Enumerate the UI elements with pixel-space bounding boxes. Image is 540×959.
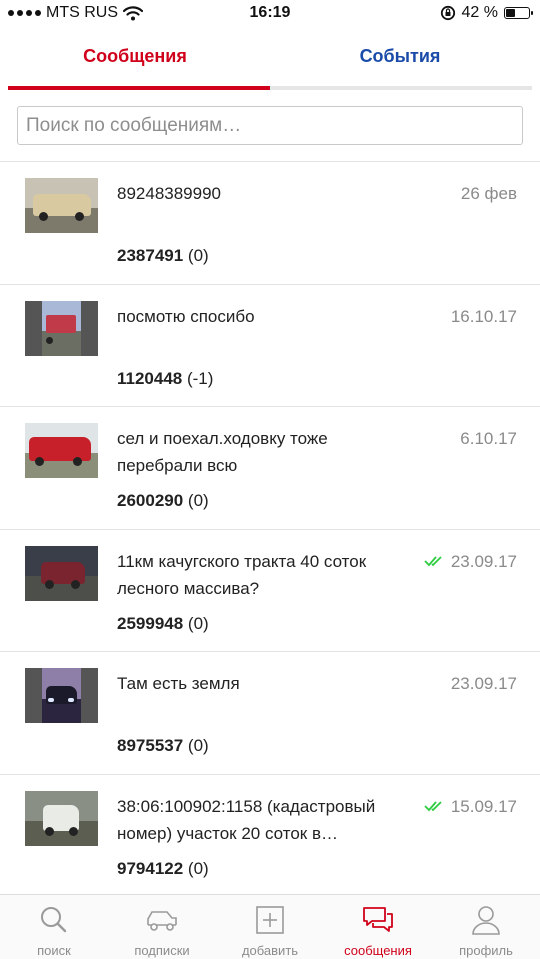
listing-id: 8975537 (0) (117, 734, 209, 758)
nav-label: добавить (241, 943, 299, 958)
message-date: 16.10.17 (451, 303, 517, 330)
message-preview: Там есть земля (117, 674, 240, 694)
nav-subscriptions[interactable]: подписки (108, 895, 216, 959)
date-text: 26 фев (460, 184, 517, 203)
nav-label: поиск (37, 943, 71, 958)
message-preview: 89248389990 (117, 184, 222, 203)
message-preview: 11км качугского тракта 40 соток лесного … (117, 551, 367, 598)
date-text: 15.09.17 (450, 796, 517, 816)
nav-profile[interactable]: профиль (432, 895, 540, 959)
listing-number: 1120448 (117, 368, 183, 388)
conversation-row[interactable]: 38:06:100902:1158 (кадастровый номер) уч… (0, 775, 540, 898)
unread-count: (0) (187, 613, 209, 633)
date-text: 16.10.17 (450, 306, 517, 326)
date-text: 6.10.17 (460, 429, 517, 449)
tab-events[interactable]: События (270, 46, 530, 67)
conversation-list: 89248389990 26 фев 2387491 (0) посмотю с… (0, 162, 540, 898)
car-photo-thumbnail (25, 423, 98, 479)
message-date: 23.09.17 (424, 548, 517, 575)
unread-count: (0) (187, 858, 209, 878)
car-photo-thumbnail (25, 790, 98, 846)
bottom-navigation: поиск подписки добавить сообщения профил… (0, 894, 540, 959)
nav-messages[interactable]: сообщения (324, 895, 432, 959)
status-bar: MTS RUS 16:19 42 % (0, 0, 540, 28)
conversation-row[interactable]: Там есть земля 23.09.17 8975537 (0) (0, 652, 540, 775)
message-date: 6.10.17 (460, 425, 517, 452)
search-bar (0, 90, 540, 162)
listing-id: 9794122 (0) (117, 857, 209, 881)
battery-percent: 42 % (461, 4, 498, 21)
add-square-icon (256, 906, 284, 934)
listing-number: 9794122 (117, 858, 184, 878)
car-photo-thumbnail (25, 178, 98, 233)
message-preview: 38:06:100902:1158 (кадастровый номер) уч… (117, 796, 376, 843)
listing-number: 2600290 (117, 491, 184, 511)
listing-id: 2600290 (0) (117, 489, 209, 513)
listing-id: 2387491 (0) (117, 244, 209, 268)
car-icon (147, 911, 177, 931)
car-photo-thumbnail (25, 668, 98, 724)
date-text: 23.09.17 (450, 551, 517, 571)
listing-id: 1120448 (-1) (117, 367, 213, 391)
search-input[interactable] (17, 106, 523, 145)
listing-number: 2387491 (117, 246, 184, 265)
double-check-icon (424, 801, 442, 812)
nav-add[interactable]: добавить (216, 895, 324, 959)
listing-number: 2599948 (117, 613, 184, 633)
unread-count: (0) (187, 246, 209, 265)
chat-bubbles-icon (363, 907, 393, 932)
conversation-row[interactable]: 11км качугского тракта 40 соток лесного … (0, 530, 540, 653)
conversation-row[interactable]: сел и поехал.ходовку тоже перебрали всю … (0, 407, 540, 530)
search-icon (41, 907, 67, 933)
car-photo-thumbnail (25, 300, 98, 356)
nav-label: профиль (459, 943, 513, 958)
profile-icon (472, 906, 500, 935)
tab-messages[interactable]: Сообщения (0, 46, 270, 67)
listing-id: 2599948 (0) (117, 612, 209, 636)
conversation-row[interactable]: 89248389990 26 фев 2387491 (0) (0, 162, 540, 285)
nav-search[interactable]: поиск (0, 895, 108, 959)
nav-label: подписки (134, 943, 190, 958)
unread-count: (0) (187, 491, 209, 511)
conversation-row[interactable]: посмотю спосибо 16.10.17 1120448 (-1) (0, 285, 540, 408)
double-check-icon (424, 556, 442, 567)
date-text: 23.09.17 (450, 674, 517, 694)
message-date: 23.09.17 (451, 670, 517, 697)
message-preview: посмотю спосибо (117, 306, 255, 326)
nav-label: сообщения (344, 943, 412, 958)
unread-count: (0) (187, 736, 209, 756)
unread-count: (-1) (186, 368, 214, 388)
listing-number: 8975537 (117, 736, 184, 756)
message-preview: сел и поехал.ходовку тоже перебрали всю (117, 429, 328, 476)
status-right: 42 % (440, 4, 533, 22)
orientation-lock-icon (440, 5, 455, 21)
tab-bar: Сообщения События (0, 28, 540, 90)
battery-icon (504, 7, 533, 19)
message-date: 15.09.17 (424, 793, 517, 820)
car-photo-thumbnail (25, 545, 98, 601)
message-date: 26 фев (461, 180, 517, 207)
